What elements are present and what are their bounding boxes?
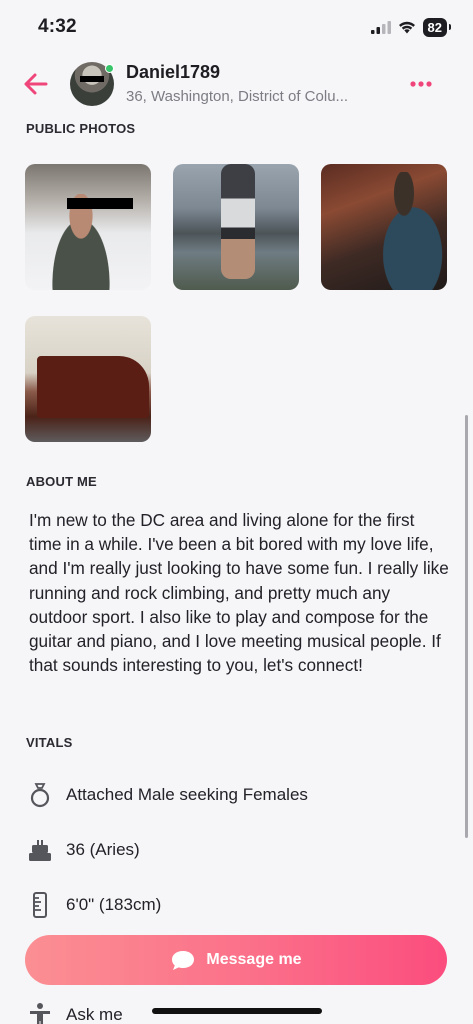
public-photo[interactable] [25, 316, 151, 442]
battery-icon: 82 [422, 17, 452, 37]
profile-header: Daniel1789 36, Washington, District of C… [0, 56, 473, 112]
home-indicator[interactable] [152, 1008, 322, 1014]
scrollbar[interactable] [465, 415, 468, 838]
signal-icon [370, 20, 391, 34]
status-icons: 82 [370, 17, 452, 37]
about-me-title: ABOUT ME [26, 474, 97, 489]
photo-subject [361, 172, 447, 290]
public-photos-title: PUBLIC PHOTOS [26, 121, 136, 136]
censor-bar [80, 76, 104, 82]
vital-age: 36 (Aries) [26, 833, 140, 867]
wifi-icon [398, 21, 415, 33]
vital-relationship: Attached Male seeking Females [26, 778, 308, 812]
message-me-label: Message me [206, 951, 302, 968]
person-icon [30, 1003, 50, 1024]
status-bar: 4:32 82 [0, 0, 473, 54]
message-me-button[interactable]: Message me [25, 935, 447, 985]
about-me-text: I'm new to the DC area and living alone … [29, 510, 449, 676]
public-photo[interactable] [173, 164, 299, 290]
chat-bubble-icon [172, 951, 195, 970]
vital-label: 6'0" (183cm) [66, 895, 162, 914]
vital-label: Attached Male seeking Females [66, 785, 308, 804]
piano [37, 356, 149, 418]
username: Daniel1789 [126, 62, 221, 82]
vital-extra: Ask me [26, 998, 123, 1024]
censor-bar [67, 198, 133, 209]
status-time: 4:32 [38, 16, 77, 37]
more-options-icon[interactable] [406, 70, 436, 98]
vital-label: Ask me [66, 1005, 123, 1024]
vitals-title: VITALS [26, 735, 73, 750]
ring-icon [30, 783, 50, 808]
vital-height: 6'0" (183cm) [26, 888, 161, 922]
photo-subject [221, 164, 255, 279]
online-status-dot [105, 64, 114, 73]
public-photo[interactable] [25, 164, 151, 290]
back-arrow-icon[interactable] [22, 70, 50, 98]
cake-icon [29, 840, 51, 861]
public-photo[interactable] [321, 164, 447, 290]
ruler-icon [33, 892, 47, 918]
vital-label: 36 (Aries) [66, 840, 140, 859]
location-text: 36, Washington, District of Colu... [126, 88, 349, 105]
